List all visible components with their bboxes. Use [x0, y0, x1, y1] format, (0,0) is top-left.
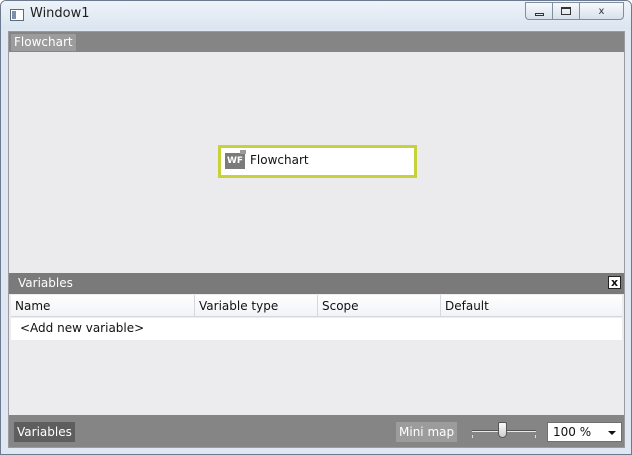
close-icon: x [598, 5, 605, 17]
minimize-button[interactable] [525, 2, 552, 20]
variables-toggle-button[interactable]: Variables [14, 422, 75, 442]
designer-status-bar: Variables Mini map 100 % [9, 415, 624, 447]
workflow-designer: Flowchart WF Flowchart Variables x Name … [8, 31, 625, 448]
maximize-icon [561, 7, 571, 15]
main-window: Window1 x Flowchart WF Flowchart Variabl… [0, 0, 632, 455]
workflow-icon: WF [225, 150, 246, 169]
minimap-toggle-button[interactable]: Mini map [396, 422, 458, 442]
title-bar[interactable]: Window1 x [1, 1, 631, 29]
zoom-value: 100 % [553, 425, 592, 439]
window-icon [10, 9, 24, 21]
variables-panel-title: Variables [18, 276, 73, 290]
caption-buttons: x [525, 2, 624, 21]
maximize-button[interactable] [552, 2, 579, 20]
flowchart-activity[interactable]: WF Flowchart [218, 145, 417, 178]
zoom-dropdown[interactable]: 100 % [547, 422, 622, 442]
column-header-variable-type[interactable]: Variable type [195, 295, 318, 317]
chevron-down-icon [608, 431, 616, 435]
breadcrumb-bar: Flowchart [9, 32, 624, 52]
minimize-icon [534, 12, 544, 16]
column-header-name[interactable]: Name [11, 295, 195, 317]
add-variable-row[interactable]: <Add new variable> [11, 318, 622, 340]
column-header-default[interactable]: Default [441, 295, 622, 317]
add-new-variable[interactable]: <Add new variable> [20, 321, 144, 335]
variables-panel: Variables x Name Variable type Scope Def… [9, 273, 624, 415]
close-button[interactable]: x [579, 2, 624, 20]
window-title: Window1 [30, 6, 90, 21]
panel-close-icon[interactable]: x [608, 276, 621, 289]
breadcrumb-flowchart[interactable]: Flowchart [11, 34, 76, 51]
designer-canvas[interactable]: WF Flowchart [9, 52, 624, 273]
variables-panel-header: Variables x [9, 273, 624, 294]
variables-grid-header: Name Variable type Scope Default [11, 295, 622, 317]
column-header-scope[interactable]: Scope [318, 295, 441, 317]
zoom-slider-thumb[interactable] [498, 422, 507, 438]
activity-label: Flowchart [250, 153, 309, 167]
